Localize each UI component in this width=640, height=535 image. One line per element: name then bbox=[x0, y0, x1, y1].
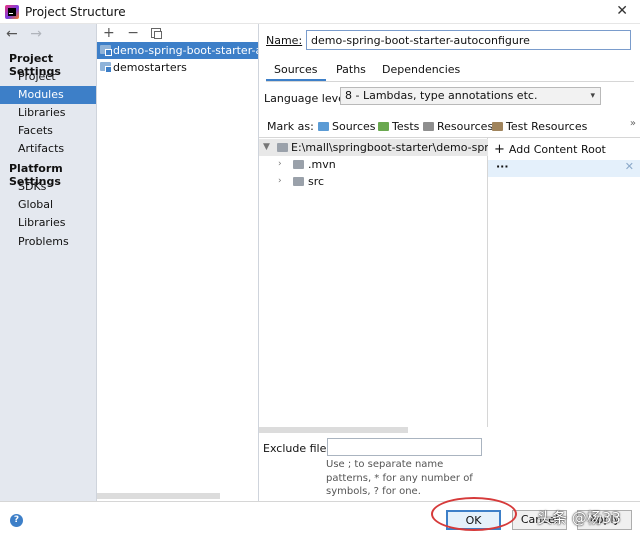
chevron-down-icon: ▾ bbox=[590, 91, 595, 101]
mark-sources-button[interactable]: Sources bbox=[318, 120, 376, 133]
intellij-app-icon bbox=[5, 5, 19, 19]
language-level-value: 8 - Lambdas, type annotations etc. bbox=[345, 89, 538, 102]
folder-icon bbox=[293, 160, 304, 169]
tree-root-label: E:\mall\springboot-starter\demo-spring-b bbox=[291, 141, 488, 154]
language-level-select[interactable]: 8 - Lambdas, type annotations etc. ▾ bbox=[340, 87, 601, 105]
back-arrow-icon[interactable]: ← bbox=[6, 26, 18, 42]
exclude-files-help: Use ; to separate name patterns, * for a… bbox=[326, 459, 473, 497]
sources-folder-icon bbox=[318, 122, 329, 131]
tab-sources[interactable]: Sources bbox=[266, 61, 326, 81]
module-toolbar: + − bbox=[103, 25, 169, 41]
tab-paths[interactable]: Paths bbox=[328, 61, 374, 81]
mark-tests-button[interactable]: Tests bbox=[378, 120, 419, 133]
add-icon: + bbox=[494, 142, 505, 157]
module-folder-icon bbox=[100, 62, 112, 73]
forward-arrow-icon[interactable]: → bbox=[30, 26, 42, 42]
exclude-files-input[interactable] bbox=[327, 438, 482, 456]
module-list-panel: + − demo-spring-boot-starter-autoconfigu… bbox=[97, 24, 259, 501]
sidebar-item-global-libraries[interactable]: Global Libraries bbox=[0, 196, 96, 229]
close-icon[interactable]: ✕ bbox=[616, 3, 628, 19]
folder-icon bbox=[293, 177, 304, 186]
folder-icon bbox=[277, 143, 288, 152]
module-item-label: demostarters bbox=[113, 61, 187, 74]
module-item[interactable]: demo-spring-boot-starter-autoconfigure bbox=[97, 42, 258, 59]
content-root-entry[interactable]: ··· ✕ bbox=[488, 160, 640, 177]
window-title: Project Structure bbox=[25, 5, 126, 19]
tree-root[interactable]: ▼ E:\mall\springboot-starter\demo-spring… bbox=[259, 139, 488, 156]
watermark: 头条 @杨33 bbox=[537, 509, 621, 527]
sidebar-item-sdks[interactable]: SDKs bbox=[0, 178, 96, 196]
close-icon[interactable]: ✕ bbox=[625, 160, 634, 174]
mark-as-toolbar: Mark as: Sources Tests Resources Test Re… bbox=[259, 117, 640, 137]
copy-icon[interactable] bbox=[151, 28, 163, 39]
tab-divider bbox=[266, 81, 634, 82]
name-label: Name: bbox=[266, 34, 303, 47]
sidebar-item-modules[interactable]: Modules bbox=[0, 86, 96, 104]
sidebar-item-problems[interactable]: Problems bbox=[0, 233, 96, 251]
language-level-label: Language level: bbox=[264, 92, 352, 105]
tests-folder-icon bbox=[378, 122, 389, 131]
tree-item-label: src bbox=[308, 175, 325, 188]
mark-as-label: Mark as: bbox=[267, 120, 314, 133]
sidebar-item-project[interactable]: Project bbox=[0, 68, 96, 86]
tree-item-label: .mvn bbox=[308, 158, 336, 171]
test-resources-folder-icon bbox=[492, 122, 503, 131]
highlight-circle bbox=[431, 497, 517, 531]
title-bar: Project Structure ✕ bbox=[0, 0, 640, 24]
mark-test-resources-button[interactable]: Test Resources bbox=[492, 120, 587, 133]
mark-resources-button[interactable]: Resources bbox=[423, 120, 493, 133]
help-icon[interactable]: ? bbox=[10, 514, 23, 527]
exclude-files-label: Exclude files: bbox=[263, 442, 336, 455]
source-tree: ▼ E:\mall\springboot-starter\demo-spring… bbox=[259, 137, 488, 427]
remove-icon[interactable]: − bbox=[127, 25, 139, 41]
tree-scrollbar[interactable] bbox=[259, 427, 408, 433]
nav-arrows: ← → bbox=[6, 26, 50, 42]
add-content-root-button[interactable]: + Add Content Root bbox=[494, 142, 606, 157]
content-roots-pane: + Add Content Root ··· ✕ bbox=[488, 137, 640, 427]
resources-folder-icon bbox=[423, 122, 434, 131]
module-name-input[interactable] bbox=[306, 30, 631, 50]
add-icon[interactable]: + bbox=[103, 25, 115, 41]
module-folder-icon bbox=[100, 45, 112, 56]
sidebar-item-libraries[interactable]: Libraries bbox=[0, 104, 96, 122]
chevron-down-icon[interactable]: ▼ bbox=[263, 139, 270, 156]
chevron-right-icon[interactable]: › bbox=[278, 173, 282, 190]
module-item-label: demo-spring-boot-starter-autoconfigure bbox=[113, 44, 258, 57]
more-icon[interactable]: » bbox=[630, 118, 636, 129]
tab-dependencies[interactable]: Dependencies bbox=[374, 61, 468, 81]
module-item[interactable]: demostarters bbox=[97, 59, 258, 76]
settings-sidebar: ← → Project Settings Project Modules Lib… bbox=[0, 24, 97, 501]
module-detail-pane: Name: Sources Paths Dependencies Languag… bbox=[259, 24, 640, 501]
sidebar-item-facets[interactable]: Facets bbox=[0, 122, 96, 140]
module-list-scrollbar[interactable] bbox=[97, 493, 220, 499]
chevron-right-icon[interactable]: › bbox=[278, 156, 282, 173]
sidebar-item-artifacts[interactable]: Artifacts bbox=[0, 140, 96, 158]
